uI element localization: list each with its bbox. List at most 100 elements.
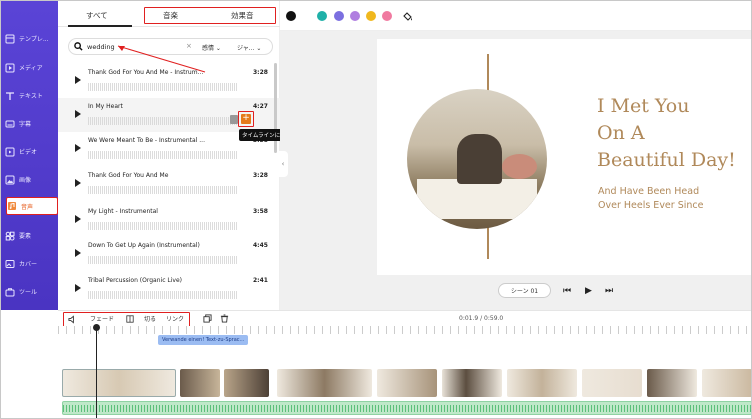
collapse-panel-button[interactable]: ‹ (278, 151, 288, 177)
play-icon[interactable] (75, 144, 81, 152)
highlight-box-tabs (144, 7, 276, 24)
track-duration: 3:58 (253, 208, 268, 215)
list-item[interactable]: Thank God For You And Me - Instrum... 3:… (58, 64, 280, 98)
waveform (88, 151, 238, 159)
color-swatch-purple[interactable] (334, 11, 344, 21)
slide-canvas[interactable]: I Met You On A Beautiful Day! And Have B… (377, 39, 751, 275)
color-swatch-black[interactable] (286, 11, 296, 21)
trash-icon[interactable] (220, 314, 229, 323)
sidebar-item-label: テキスト (19, 93, 43, 100)
scene-clip[interactable] (647, 369, 697, 397)
color-toolbar (280, 1, 751, 31)
elements-icon (5, 231, 15, 240)
scene-clip[interactable] (277, 369, 372, 397)
sidebar-item-video[interactable]: ビデオ (5, 143, 57, 160)
scene-label: シーン 01 (510, 288, 539, 295)
timecode: 0:01.9 / 0:59.0 (459, 315, 504, 322)
video-icon (5, 147, 15, 156)
media-icon (5, 63, 15, 72)
scene-clip[interactable] (62, 369, 176, 397)
sidebar-item-label: カバー (19, 261, 38, 268)
waveform (88, 83, 238, 91)
sidebar-item-images[interactable]: 画像 (5, 171, 57, 188)
play-icon[interactable] (75, 110, 81, 118)
paint-bucket-icon[interactable] (402, 11, 413, 22)
scene-clip[interactable] (180, 369, 220, 397)
timeline-ruler (58, 326, 751, 334)
play-icon[interactable] (75, 179, 81, 187)
track-name: In My Heart (88, 103, 123, 110)
sidebar-item-label: 要素 (19, 233, 32, 240)
play-icon[interactable] (75, 76, 81, 84)
color-swatch-yellow[interactable] (366, 11, 376, 21)
waveform (88, 186, 238, 194)
tab-all[interactable]: すべて (86, 10, 108, 21)
sidebar-item-label: 音声 (21, 203, 34, 211)
track-name: Down To Get Up Again (Instrumental) (88, 242, 200, 249)
track-name: We Were Meant To Be - Instrumental ... (88, 137, 205, 144)
scene-clip[interactable] (224, 369, 269, 397)
music-note-icon (8, 202, 16, 210)
waveform (88, 222, 238, 230)
slide-subtitle[interactable]: And Have Been Head Over Heels Ever Since (598, 185, 703, 213)
app-window: テンプレ... メディア テキスト 字幕 ビデオ 画像 音声 要素 カバー ツー… (0, 0, 752, 419)
list-item[interactable]: Thank God For You And Me 3:28 (58, 167, 280, 201)
list-item[interactable]: Down To Get Up Again (Instrumental) 4:45 (58, 237, 280, 271)
play-icon[interactable] (75, 249, 81, 257)
audio-track-clip[interactable] (62, 401, 751, 415)
scene-clip[interactable] (582, 369, 642, 397)
list-item[interactable]: Tribal Percussion (Organic Live) 2:41 (58, 272, 280, 306)
playhead[interactable] (96, 328, 97, 418)
next-scene-icon[interactable]: ⏭ (605, 286, 613, 296)
color-swatch-violet[interactable] (350, 11, 360, 21)
scene-clip[interactable] (507, 369, 577, 397)
search-icon (74, 42, 83, 51)
sidebar-item-media[interactable]: メディア (5, 59, 57, 76)
color-swatch-teal[interactable] (317, 11, 327, 21)
waveform (88, 117, 238, 125)
track-duration: 4:45 (253, 242, 268, 249)
genre-filter-dropdown[interactable]: ジャ... ⌄ (237, 43, 261, 52)
playhead-handle[interactable] (93, 324, 100, 331)
subtitle-icon (5, 120, 15, 127)
sidebar-item-label: ビデオ (19, 149, 38, 156)
sidebar-item-label: 字幕 (19, 121, 32, 128)
scene-clip[interactable] (702, 369, 751, 397)
search-input[interactable]: wedding (87, 43, 115, 51)
previous-scene-icon[interactable]: ⏮ (563, 286, 571, 296)
sidebar-item-elements[interactable]: 要素 (5, 227, 57, 244)
image-icon (5, 175, 15, 184)
tts-caption-clip[interactable]: Verwande einen! Text-zu-Sprac... (158, 335, 249, 345)
slide-subtitle-line: Over Heels Ever Since (598, 200, 704, 211)
wedding-photo[interactable] (407, 89, 547, 229)
timeline[interactable]: Verwande einen! Text-zu-Sprac... (58, 324, 751, 418)
sidebar-item-label: 画像 (19, 177, 32, 184)
copy-icon[interactable] (230, 115, 238, 124)
play-icon[interactable]: ▶ (585, 286, 592, 296)
list-item[interactable]: My Light - Instrumental 3:58 (58, 203, 280, 237)
scene-clip[interactable] (442, 369, 502, 397)
track-duration: 3:28 (253, 69, 268, 76)
waveform (88, 291, 238, 299)
sidebar-item-subtitles[interactable]: 字幕 (5, 115, 57, 132)
scene-selector[interactable]: シーン 01 (498, 283, 551, 298)
color-swatch-pink[interactable] (382, 11, 392, 21)
sidebar-item-tools[interactable]: ツール (5, 283, 57, 300)
waveform (88, 256, 238, 264)
scene-clip[interactable] (377, 369, 437, 397)
highlight-box-audio-tools (63, 312, 190, 327)
slide-title[interactable]: I Met You On A Beautiful Day! (597, 93, 736, 174)
add-to-timeline-button[interactable]: + (241, 114, 251, 124)
sidebar-item-text[interactable]: テキスト (5, 87, 57, 104)
left-sidebar: テンプレ... メディア テキスト 字幕 ビデオ 画像 音声 要素 カバー ツー… (1, 1, 58, 310)
play-icon[interactable] (75, 215, 81, 223)
audio-waveform (63, 405, 751, 412)
track-name: Thank God For You And Me (88, 172, 169, 179)
sidebar-item-templates[interactable]: テンプレ... (5, 30, 57, 47)
sidebar-item-audio[interactable]: 音声 (6, 197, 58, 215)
photo-bench (417, 179, 537, 219)
duplicate-icon[interactable] (203, 314, 212, 323)
play-icon[interactable] (75, 284, 81, 292)
track-name: Thank God For You And Me - Instrum... (88, 69, 204, 76)
sidebar-item-cover[interactable]: カバー (5, 255, 57, 272)
